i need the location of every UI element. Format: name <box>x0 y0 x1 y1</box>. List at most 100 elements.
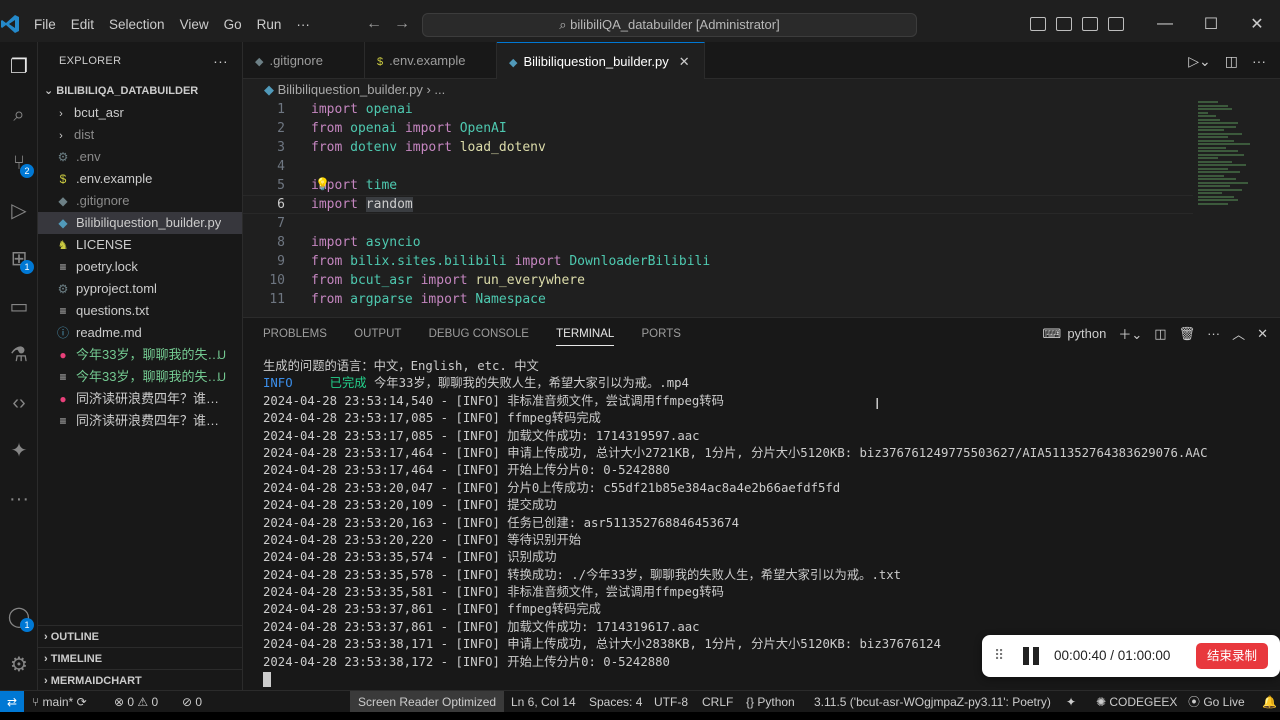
testing-icon[interactable]: ⚗ <box>4 340 34 370</box>
file-name: bcut_asr <box>74 105 124 120</box>
explorer-more-icon[interactable]: ··· <box>213 42 228 80</box>
maximize-window-icon[interactable]: ☐ <box>1188 14 1234 34</box>
tab-debug-console[interactable]: DEBUG CONSOLE <box>429 318 529 350</box>
outline-section[interactable]: › OUTLINE <box>38 625 243 647</box>
file-tree-item[interactable]: ⚙ .env <box>38 146 242 168</box>
account-icon[interactable]: ◯ 1 <box>4 602 34 632</box>
command-center-search[interactable]: ⌕ bilibiliQA_databuilder [Administrator] <box>422 13 917 37</box>
menu-view[interactable]: View <box>180 17 209 32</box>
stop-recording-button[interactable]: 结束录制 <box>1196 643 1268 669</box>
new-terminal-icon[interactable]: ＋⌄ <box>1118 324 1142 343</box>
file-tree-item[interactable]: ◆ Bilibiliquestion_builder.py <box>38 212 242 234</box>
codegeex-icon[interactable]: ✦ <box>4 436 34 466</box>
menu-more[interactable]: ··· <box>296 17 310 32</box>
breadcrumb-path[interactable]: Bilibiliquestion_builder.py › ... <box>278 82 446 97</box>
run-file-icon[interactable]: ▷⌄ <box>1188 53 1211 69</box>
menu-edit[interactable]: Edit <box>71 17 94 32</box>
file-tree-item[interactable]: ⚙ pyproject.toml <box>38 278 242 300</box>
screen-reader-mode[interactable]: Screen Reader Optimized <box>350 691 505 713</box>
timeline-section[interactable]: › TIMELINE <box>38 647 243 669</box>
file-tree-item[interactable]: ≡ poetry.lock <box>38 256 242 278</box>
file-name: 今年33岁，聊聊我的失败人生，希望大家引以为戒。.mp4 <box>76 347 226 362</box>
more-actions-icon[interactable]: ··· <box>1252 53 1266 69</box>
codegeex-status[interactable]: ✺ CODEGEEX <box>1096 691 1177 713</box>
close-tab-icon[interactable]: ✕ <box>679 54 690 69</box>
tab-output[interactable]: OUTPUT <box>354 318 401 350</box>
terminal-log-line: 2024-04-28 23:53:17,085 - [INFO] ffmpeg转… <box>263 411 601 426</box>
toggle-panel-icon[interactable] <box>1056 17 1072 31</box>
remote-indicator-icon[interactable]: ⇄ <box>0 691 24 713</box>
kill-terminal-icon[interactable]: 🗑 <box>1179 326 1196 342</box>
tab-bilibiliquestion-builder[interactable]: ◆ Bilibiliquestion_builder.py ✕ <box>497 42 705 79</box>
file-tree-item[interactable]: ● 同济读研浪费四年？谁来管管研究生.mp4 <box>38 388 242 410</box>
workspace-root[interactable]: ⌄ BILIBILIQA_DATABUILDER <box>38 80 242 102</box>
file-tree-item[interactable]: ≡ 今年33岁，聊聊我的失败人生，希望大家引以为戒。.txtU <box>38 366 242 388</box>
extensions-icon[interactable]: ⊞ 1 <box>4 244 34 274</box>
file-tree-item[interactable]: ♞ LICENSE <box>38 234 242 256</box>
toggle-primary-sidebar-icon[interactable] <box>1030 17 1046 31</box>
encoding[interactable]: UTF-8 <box>654 691 688 713</box>
run-debug-icon[interactable]: ▷ <box>4 196 34 226</box>
explorer-icon[interactable]: ❐ <box>4 52 34 82</box>
more-panel-actions-icon[interactable]: ··· <box>1207 326 1220 341</box>
menu-run[interactable]: Run <box>257 17 282 32</box>
go-live-button[interactable]: ⦿ Go Live <box>1188 691 1245 713</box>
language-mode[interactable]: {} Python <box>746 691 795 713</box>
python-interpreter[interactable]: 3.11.5 ('bcut-asr-WOgjmpaZ-py3.11': Poet… <box>814 691 1051 713</box>
ports-indicator[interactable]: ⊘ 0 <box>182 691 202 713</box>
end-of-line[interactable]: CRLF <box>702 691 733 713</box>
menu-go[interactable]: Go <box>224 17 242 32</box>
minimap[interactable] <box>1198 101 1258 241</box>
toggle-secondary-sidebar-icon[interactable] <box>1082 17 1098 31</box>
search-view-icon[interactable]: ⌕ <box>4 100 34 130</box>
code-token: bcut_asr <box>350 273 413 288</box>
terminal-log-line: 2024-04-28 23:53:35,574 - [INFO] 识别成功 <box>263 550 557 565</box>
code-token: DownloaderBilibili <box>569 254 711 269</box>
close-panel-icon[interactable]: ✕ <box>1257 326 1268 342</box>
file-tree-item[interactable]: ● 今年33岁，聊聊我的失败人生，希望大家引以为戒。.mp4U <box>38 344 242 366</box>
mermaidchart-section[interactable]: › MERMAIDCHART <box>38 669 243 691</box>
info-done-label: 已完成 <box>329 376 367 391</box>
file-tree-item[interactable]: ≡ questions.txt <box>38 300 242 322</box>
back-arrow-icon[interactable]: ← <box>366 15 382 32</box>
tab-ports[interactable]: PORTS <box>642 318 681 350</box>
file-tree-item[interactable]: › bcut_asr <box>38 102 242 124</box>
tab-env-example[interactable]: $ .env.example <box>365 42 497 79</box>
branch-indicator[interactable]: ⑂ main* ⟳ <box>32 691 87 713</box>
file-tree-item[interactable]: ⓘ readme.md <box>38 322 242 344</box>
tab-terminal[interactable]: TERMINAL <box>556 318 615 346</box>
indentation[interactable]: Spaces: 4 <box>589 691 642 713</box>
terminal-shell-name[interactable]: python <box>1067 326 1106 341</box>
forward-arrow-icon[interactable]: → <box>394 15 410 32</box>
text-cursor-icon: I <box>875 396 880 413</box>
copilot-icon[interactable]: ✦ <box>1066 691 1076 713</box>
maximize-panel-icon[interactable]: ︿ <box>1232 324 1245 343</box>
source-control-icon[interactable]: ⑂ 2 <box>4 148 34 178</box>
menu-selection[interactable]: Selection <box>109 17 165 32</box>
split-terminal-icon[interactable]: ◫ <box>1154 326 1166 342</box>
menu-file[interactable]: File <box>34 17 56 32</box>
lightbulb-icon[interactable]: 💡 <box>315 177 330 191</box>
file-tree-item[interactable]: › dist <box>38 124 242 146</box>
pause-icon[interactable] <box>1022 647 1040 665</box>
file-tree-item[interactable]: $ .env.example <box>38 168 242 190</box>
drag-handle-icon[interactable]: ⠿ <box>994 647 1004 664</box>
customize-layout-icon[interactable] <box>1108 17 1124 31</box>
tab-gitignore[interactable]: ◆ .gitignore <box>243 42 365 79</box>
close-window-icon[interactable]: ✕ <box>1234 14 1280 34</box>
tab-problems[interactable]: PROBLEMS <box>263 318 327 350</box>
code-editor[interactable]: 1 import openai 2 from openai import OpenA… <box>243 101 1280 317</box>
minimize-window-icon[interactable]: — <box>1142 15 1188 33</box>
cursor-position[interactable]: Ln 6, Col 14 <box>511 691 576 713</box>
more-views-icon[interactable]: ··· <box>4 484 34 514</box>
remote-explorer-icon[interactable]: ▭ <box>4 292 34 322</box>
settings-gear-icon[interactable]: ⚙ <box>4 650 34 680</box>
notifications-bell-icon[interactable]: 🔔 <box>1262 691 1277 713</box>
code-icon[interactable]: ‹› <box>4 388 34 418</box>
problems-indicator[interactable]: ⊗ 0 ⚠ 0 <box>114 691 158 713</box>
letterbox-bar <box>0 712 1280 720</box>
timeline-label: TIMELINE <box>50 653 103 665</box>
file-tree-item[interactable]: ≡ 同济读研浪费四年？谁来管管研究生.txt <box>38 410 242 432</box>
split-editor-icon[interactable]: ◫ <box>1225 53 1238 69</box>
file-tree-item[interactable]: ◆ .gitignore <box>38 190 242 212</box>
